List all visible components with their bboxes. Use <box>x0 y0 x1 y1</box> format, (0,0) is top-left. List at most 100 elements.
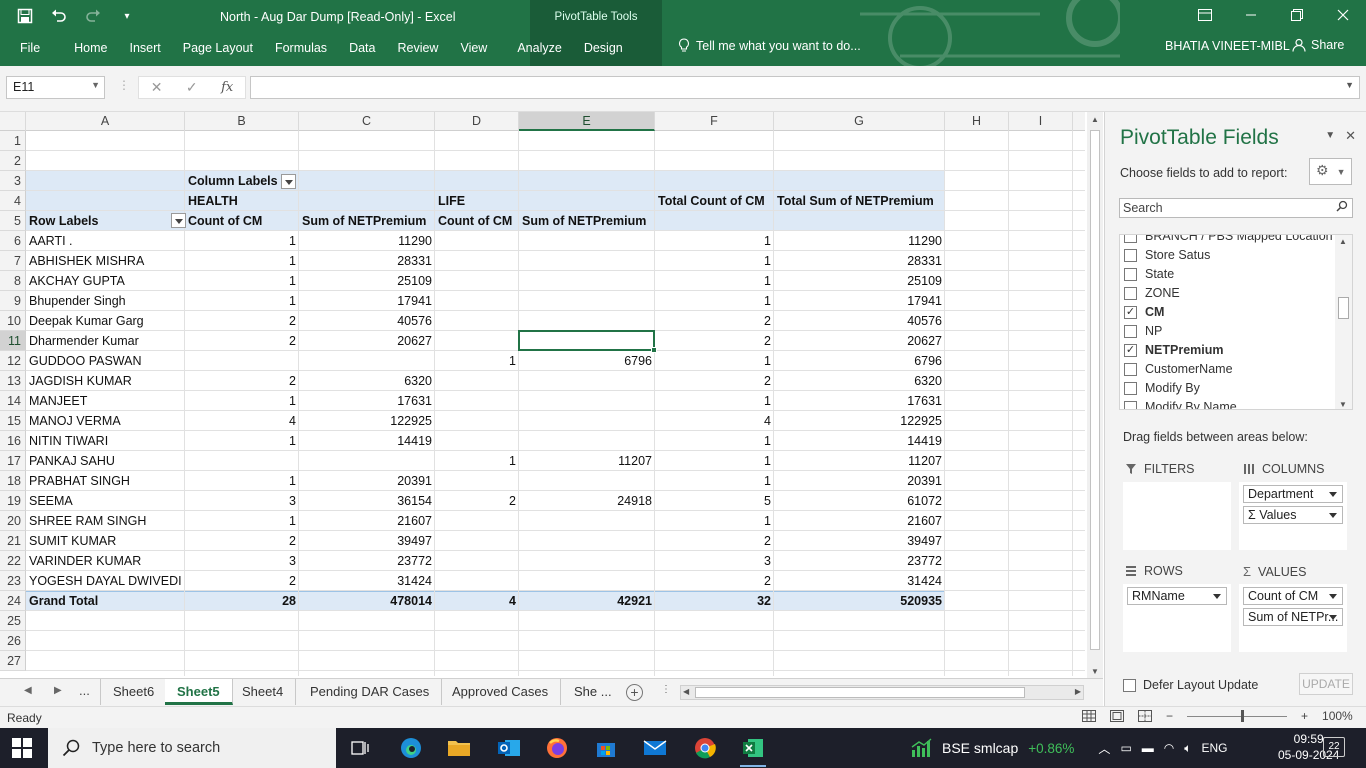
pivot-value[interactable]: 6320 <box>777 371 945 391</box>
row-label[interactable]: Bhupender Singh <box>29 291 185 311</box>
tab-data[interactable]: Data <box>338 37 386 59</box>
tab-review[interactable]: Review <box>386 37 449 59</box>
share-button[interactable]: Share <box>1292 38 1344 52</box>
field-list-scrollbar[interactable]: ▲ ▼ <box>1335 235 1352 409</box>
column-field-values[interactable]: Σ Values <box>1243 506 1343 524</box>
row-header-27[interactable]: 27 <box>0 651 26 671</box>
pivot-value[interactable] <box>522 511 655 531</box>
value-field-sum-of-netpremium[interactable]: Sum of NETPr... <box>1243 608 1343 626</box>
column-header-f[interactable]: F <box>655 112 774 131</box>
row-header-14[interactable]: 14 <box>0 391 26 411</box>
pivot-value[interactable]: 1 <box>658 231 774 251</box>
pivot-value[interactable] <box>522 551 655 571</box>
ticker-name[interactable]: BSE smlcap <box>942 740 1018 756</box>
field-item[interactable]: BRANCH / PBS Mapped Location <box>1124 235 1333 246</box>
row-header-6[interactable]: 6 <box>0 231 26 251</box>
field-checkbox[interactable] <box>1124 268 1137 281</box>
field-item[interactable]: NP <box>1124 322 1162 341</box>
zoom-level[interactable]: 100% <box>1322 709 1353 723</box>
pivot-value[interactable]: 36154 <box>302 491 435 511</box>
pivot-value[interactable]: 28331 <box>302 251 435 271</box>
pivot-value[interactable]: 23772 <box>777 551 945 571</box>
close-icon[interactable] <box>1320 0 1366 30</box>
task-view-icon[interactable] <box>346 734 376 762</box>
language-indicator[interactable]: ENG <box>1201 741 1227 755</box>
pivot-value[interactable] <box>522 411 655 431</box>
pivot-value[interactable]: 1 <box>188 251 299 271</box>
pivot-value[interactable] <box>522 531 655 551</box>
selected-cell-e11[interactable] <box>518 330 657 353</box>
field-item[interactable]: Store Satus <box>1124 246 1210 265</box>
minimize-icon[interactable] <box>1228 0 1274 30</box>
pivot-value[interactable] <box>522 231 655 251</box>
row-header-9[interactable]: 9 <box>0 291 26 311</box>
pivot-value[interactable]: 2 <box>658 331 774 351</box>
tab-page-layout[interactable]: Page Layout <box>172 37 264 59</box>
pivot-value[interactable]: 14419 <box>777 431 945 451</box>
row-header-20[interactable]: 20 <box>0 511 26 531</box>
field-item[interactable]: ✓ CM <box>1124 303 1164 322</box>
field-list-scroll-thumb[interactable] <box>1338 297 1349 319</box>
row-header-19[interactable]: 19 <box>0 491 26 511</box>
tell-me-search[interactable]: Tell me what you want to do... <box>678 38 861 53</box>
pivot-value[interactable]: 23772 <box>302 551 435 571</box>
hscroll-dots-icon[interactable]: ⋮ <box>661 684 671 695</box>
zoom-in-icon[interactable]: + <box>1301 709 1308 723</box>
horizontal-scrollbar[interactable]: ◀ ▶ <box>680 685 1084 700</box>
pivot-value[interactable]: 6796 <box>522 351 655 371</box>
pivot-value[interactable] <box>438 551 519 571</box>
pivot-value[interactable]: 39497 <box>777 531 945 551</box>
row-header-15[interactable]: 15 <box>0 411 26 431</box>
cells-area[interactable]: Row Labels Column Labels HEALTH LIFE Count o… <box>26 131 1085 676</box>
row-header-25[interactable]: 25 <box>0 611 26 631</box>
mail-icon[interactable] <box>640 734 670 762</box>
pivot-value[interactable]: 6320 <box>302 371 435 391</box>
pivot-value[interactable]: 39497 <box>302 531 435 551</box>
pivot-value[interactable]: 11207 <box>777 451 945 471</box>
pivot-value[interactable]: 25109 <box>777 271 945 291</box>
column-header-a[interactable]: A <box>26 112 185 131</box>
edge-browser-icon[interactable] <box>396 734 426 762</box>
grand-total-value[interactable]: 4 <box>438 591 519 611</box>
pivot-value[interactable]: 20391 <box>302 471 435 491</box>
restore-icon[interactable] <box>1274 0 1320 30</box>
zoom-slider[interactable] <box>1187 709 1288 722</box>
pivot-value[interactable] <box>188 451 299 471</box>
row-header-18[interactable]: 18 <box>0 471 26 491</box>
scroll-left-icon[interactable]: ◀ <box>683 687 689 696</box>
field-item[interactable]: Modify By Name <box>1124 398 1237 409</box>
pivot-value[interactable]: 1 <box>658 451 774 471</box>
sheet-tab-sheet4[interactable]: Sheet4 <box>230 679 297 705</box>
pivot-value[interactable]: 3 <box>188 491 299 511</box>
formula-bar-splitter-icon[interactable]: ⋮ <box>118 78 130 92</box>
column-header-c[interactable]: C <box>299 112 435 131</box>
pivot-value[interactable]: 31424 <box>302 571 435 591</box>
pivot-value[interactable]: 11290 <box>777 231 945 251</box>
row-header-12[interactable]: 12 <box>0 351 26 371</box>
tab-home[interactable]: Home <box>63 37 118 59</box>
row-labels-header[interactable]: Row Labels <box>29 211 186 231</box>
pivot-value[interactable]: 11207 <box>522 451 655 471</box>
grand-total-value[interactable]: 520935 <box>777 591 945 611</box>
battery-icon[interactable]: ▬ <box>1142 741 1154 755</box>
update-button[interactable]: UPDATE <box>1299 673 1353 695</box>
fill-handle[interactable] <box>651 347 657 353</box>
show-hidden-icons-icon[interactable]: ︿ <box>1098 740 1110 757</box>
life-header[interactable]: LIFE <box>438 191 519 211</box>
row-label[interactable]: ABHISHEK MISHRA <box>29 251 185 271</box>
chrome-icon[interactable] <box>690 734 720 762</box>
cancel-entry-icon[interactable]: ✕ <box>151 79 163 96</box>
pivot-value[interactable]: 14419 <box>302 431 435 451</box>
row-header-24[interactable]: 24 <box>0 591 26 611</box>
total-sum-header[interactable]: Total Sum of NETPremium <box>777 191 945 211</box>
health-count-header[interactable]: Count of CM <box>188 211 299 231</box>
pivot-value[interactable]: 1 <box>658 271 774 291</box>
column-header-b[interactable]: B <box>185 112 299 131</box>
health-header[interactable]: HEALTH <box>188 191 299 211</box>
pivot-value[interactable]: 122925 <box>302 411 435 431</box>
page-break-view-icon[interactable] <box>1138 710 1152 722</box>
taskbar-search-box[interactable]: Type here to search <box>48 728 336 768</box>
column-header-d[interactable]: D <box>435 112 519 131</box>
pivot-value[interactable] <box>188 351 299 371</box>
pivot-value[interactable]: 21607 <box>777 511 945 531</box>
